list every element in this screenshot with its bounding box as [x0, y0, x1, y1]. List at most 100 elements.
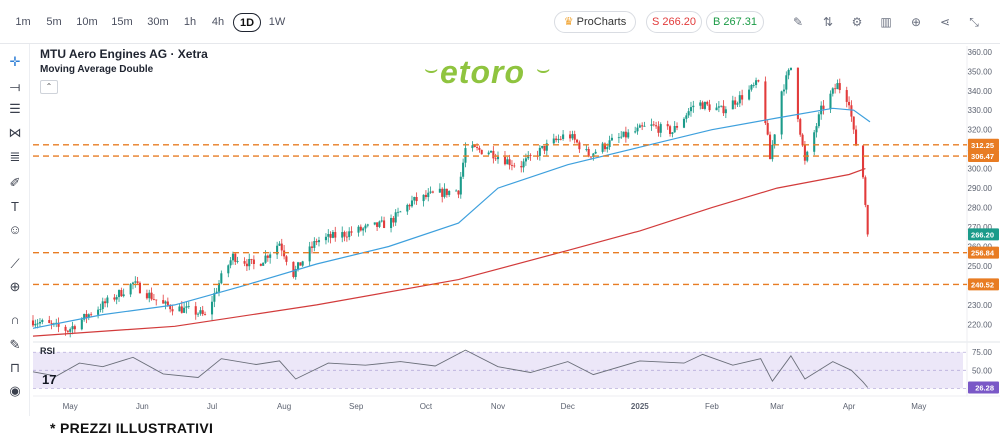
- candle-body: [720, 105, 723, 107]
- candle-body: [364, 225, 367, 229]
- candle-body: [266, 255, 269, 258]
- candle-body: [866, 204, 869, 235]
- candle-body: [462, 162, 465, 177]
- candle-body: [457, 190, 460, 195]
- candle-body: [166, 301, 169, 306]
- x-tick-label: Nov: [491, 402, 505, 411]
- candle-body: [345, 236, 348, 238]
- candle-body: [136, 281, 139, 283]
- candle-body: [262, 262, 265, 266]
- candle-body: [104, 301, 107, 304]
- candle-body: [341, 232, 344, 238]
- candle-body: [576, 139, 579, 143]
- candle-body: [834, 88, 837, 90]
- candle-body: [299, 262, 302, 266]
- candle-body: [443, 188, 446, 197]
- candle-body: [622, 131, 625, 137]
- candle-body: [734, 100, 737, 105]
- candle-body: [722, 105, 725, 114]
- x-tick-label: Oct: [420, 402, 433, 411]
- candle-body: [269, 254, 272, 258]
- rsi-label: RSI: [40, 346, 55, 356]
- price-level-label: 240.52: [971, 280, 994, 289]
- candle-body: [476, 147, 479, 148]
- candle-body: [220, 273, 223, 284]
- candle-body: [594, 151, 597, 154]
- candle-body: [283, 250, 286, 257]
- candle-body: [134, 281, 137, 283]
- x-tick-label: 2025: [631, 402, 649, 411]
- candle-body: [748, 89, 751, 100]
- candle-body: [555, 138, 558, 141]
- logo-horn-left-icon: ⌣: [424, 56, 439, 81]
- x-tick-label: Jun: [136, 402, 149, 411]
- candle-body: [771, 144, 774, 160]
- candle-body: [178, 306, 181, 312]
- candle-body: [822, 105, 825, 110]
- candle-body: [171, 309, 174, 312]
- candle-body: [292, 261, 295, 277]
- candle-body: [506, 159, 509, 165]
- candle-body: [250, 259, 253, 260]
- candle-body: [422, 194, 425, 202]
- candle-body: [245, 263, 248, 267]
- y-tick-label: 280.00: [968, 204, 993, 213]
- candle-body: [731, 100, 734, 110]
- candle-body: [234, 253, 237, 262]
- candle-body: [773, 134, 776, 145]
- candle-body: [489, 150, 493, 153]
- candle-body: [313, 241, 316, 248]
- candle-body: [50, 322, 53, 324]
- candle-body: [524, 158, 527, 162]
- candle-body: [673, 125, 676, 133]
- price-level-label: 306.47: [971, 152, 994, 161]
- candle-body: [787, 69, 790, 76]
- candle-body: [764, 81, 767, 124]
- chart-title: MTU Aero Engines AG · Xetra: [40, 47, 208, 61]
- candle-body: [199, 310, 202, 314]
- candle-body: [357, 226, 360, 233]
- candle-body: [708, 104, 711, 111]
- y-tick-label: 290.00: [968, 184, 993, 193]
- candle-body: [408, 204, 411, 207]
- candle-body: [399, 211, 402, 213]
- candle-body: [164, 301, 167, 304]
- candle-body: [675, 125, 679, 128]
- candle-body: [350, 231, 353, 233]
- candle-body: [636, 127, 639, 132]
- candle-body: [117, 290, 121, 298]
- candle-body: [185, 306, 188, 308]
- candle-body: [438, 188, 441, 193]
- candle-body: [803, 145, 806, 161]
- candle-body: [410, 200, 414, 207]
- candle-body: [362, 228, 365, 231]
- candle-body: [671, 132, 674, 135]
- collapse-legend-button[interactable]: ⌃: [40, 80, 58, 94]
- candle-body: [48, 319, 51, 323]
- candle-body: [148, 292, 151, 299]
- candle-body: [838, 83, 841, 91]
- candle-body: [392, 217, 395, 223]
- candle-body: [473, 145, 476, 148]
- y-tick-label: 340.00: [968, 87, 993, 96]
- candle-body: [848, 101, 851, 106]
- footnote: * PREZZI ILLUSTRATIVI: [50, 420, 214, 436]
- candle-body: [789, 67, 792, 70]
- candle-body: [106, 297, 109, 304]
- candle-body: [406, 204, 409, 212]
- candle-body: [557, 138, 560, 141]
- candle-body: [701, 102, 704, 109]
- candle-body: [145, 293, 148, 299]
- y-tick-label: 250.00: [968, 262, 993, 271]
- candle-body: [394, 212, 397, 223]
- candle-body: [113, 297, 116, 300]
- candle-body: [243, 261, 246, 264]
- candle-body: [571, 134, 574, 139]
- candle-body: [520, 166, 523, 168]
- candle-body: [150, 292, 153, 300]
- candle-body: [64, 326, 67, 331]
- candle-body: [817, 114, 820, 127]
- candle-body: [496, 156, 500, 160]
- candle-body: [308, 246, 311, 262]
- candle-body: [562, 134, 565, 139]
